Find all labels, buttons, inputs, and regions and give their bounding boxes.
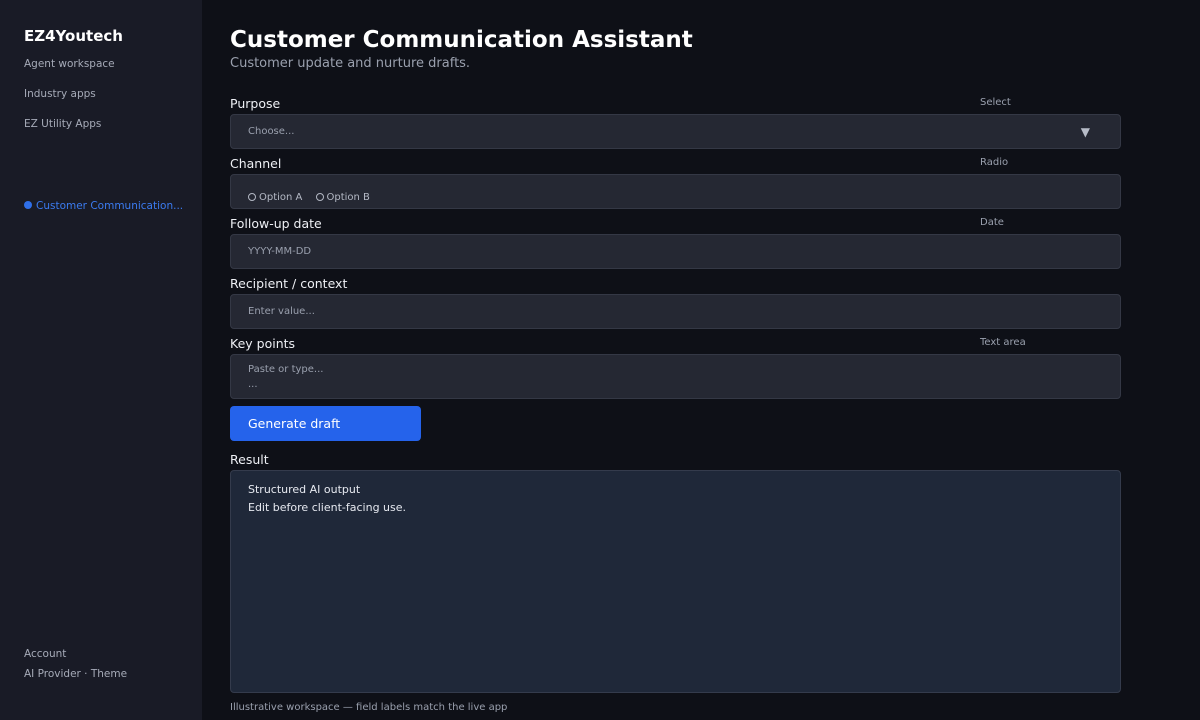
channel-type-label: Radio [980, 157, 1009, 168]
key-points-textarea[interactable]: Paste or type... ... [230, 354, 1121, 399]
channel-option-a[interactable]: Option A [248, 192, 302, 203]
result-line-2: Edit before client-facing use. [248, 501, 407, 514]
option-label: Option B [326, 192, 370, 203]
key-points-label: Key points [230, 336, 296, 351]
ai-provider-theme-link[interactable]: AI Provider · Theme [24, 668, 127, 680]
radio-circle-icon [248, 193, 256, 201]
generate-draft-button[interactable]: Generate draft [230, 406, 421, 441]
key-points-type-label: Text area [980, 337, 1026, 348]
result-output[interactable]: Structured AI output Edit before client-… [230, 470, 1121, 693]
channel-radio-group: Option A Option B [230, 174, 1121, 209]
followup-type-label: Date [980, 217, 1004, 228]
sidebar-item-industry-apps[interactable]: Industry apps [24, 88, 96, 100]
sidebar-item-customer-communication[interactable]: Customer Communication... [24, 200, 183, 212]
main-content: Customer Communication Assistant Custome… [202, 0, 1200, 720]
account-link[interactable]: Account [24, 648, 66, 660]
page-subtitle: Customer update and nurture drafts. [230, 56, 471, 71]
radio-circle-icon [315, 193, 324, 201]
recipient-context-input[interactable]: Enter value... [230, 294, 1121, 329]
channel-label: Channel [230, 156, 282, 171]
purpose-selected-value: Choose... [248, 126, 295, 137]
followup-date-label: Follow-up date [230, 216, 322, 231]
key-points-placeholder: Paste or type... [248, 364, 324, 375]
followup-date-input[interactable]: YYYY-MM-DD [230, 234, 1121, 269]
date-placeholder: YYYY-MM-DD [248, 246, 312, 257]
chevron-down-icon: ▼ [1080, 125, 1090, 139]
purpose-label: Purpose [230, 96, 281, 111]
result-line-1: Structured AI output [248, 483, 361, 496]
recipient-context-label: Recipient / context [230, 276, 348, 291]
brand-logo[interactable]: EZ4Youtech [24, 27, 123, 45]
option-label: Option A [259, 192, 303, 203]
result-label: Result [230, 452, 269, 467]
purpose-type-label: Select [980, 97, 1011, 108]
channel-option-b[interactable]: Option B [315, 192, 370, 203]
page-title: Customer Communication Assistant [230, 27, 693, 53]
key-points-placeholder-continued: ... [248, 379, 258, 390]
recipient-placeholder: Enter value... [248, 306, 315, 317]
active-dot-icon [24, 201, 32, 209]
sidebar-item-ez-utility-apps[interactable]: EZ Utility Apps [24, 118, 101, 130]
sidebar-item-label: Customer Communication... [36, 200, 184, 212]
sidebar: EZ4Youtech Agent workspace Industry apps… [0, 0, 202, 720]
sidebar-item-agent-workspace[interactable]: Agent workspace [24, 58, 115, 70]
purpose-select[interactable]: Choose... ▼ [230, 114, 1121, 149]
footer-note: Illustrative workspace — field labels ma… [230, 702, 508, 713]
